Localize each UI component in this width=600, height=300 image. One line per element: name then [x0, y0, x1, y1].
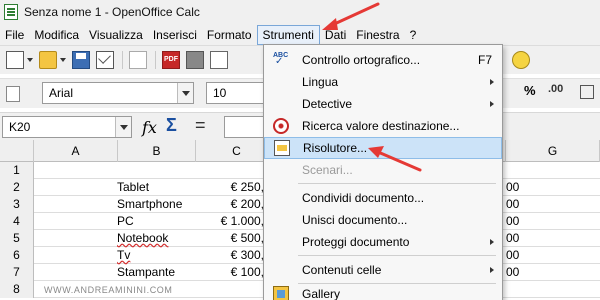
menu-item-unisci[interactable]: Unisci documento...	[264, 209, 502, 231]
submenu-arrow-icon	[490, 239, 494, 245]
number-format-icon[interactable]	[580, 85, 594, 99]
solver-icon	[274, 140, 290, 156]
menu-item-lingua[interactable]: Lingua	[264, 71, 502, 93]
row-header[interactable]: 2	[0, 179, 34, 196]
column-header-a[interactable]: A	[34, 140, 118, 162]
title-bar: Senza nome 1 - OpenOffice Calc	[0, 0, 600, 24]
decimal-format-icon[interactable]: .00	[548, 83, 563, 95]
menu-item-scenari: Scenari...	[302, 163, 353, 177]
print-icon[interactable]	[186, 51, 204, 69]
cell-b2[interactable]: Tablet	[117, 179, 149, 196]
cell-fragment: 00	[506, 231, 520, 245]
cell-b6[interactable]: Tv	[117, 247, 130, 264]
cell-fragment: 00	[506, 265, 520, 279]
menu-visualizza[interactable]: Visualizza	[84, 25, 148, 45]
menu-help[interactable]: ?	[405, 25, 422, 45]
formula-input[interactable]	[224, 116, 264, 138]
cell-b5[interactable]: Notebook	[117, 230, 168, 247]
submenu-arrow-icon	[490, 101, 494, 107]
menu-separator	[298, 255, 496, 256]
row-header[interactable]: 5	[0, 230, 34, 247]
function-wizard-icon[interactable]: fx	[142, 118, 157, 137]
cell-fragment: 00	[506, 248, 520, 262]
cell-b7[interactable]: Stampante	[117, 264, 175, 281]
toolbar-separator	[155, 51, 156, 69]
menu-file[interactable]: File	[0, 25, 29, 45]
calc-app-icon	[4, 4, 18, 20]
column-header-g[interactable]: G	[505, 140, 600, 162]
sum-icon[interactable]: Σ	[166, 115, 177, 136]
watermark: WWW.ANDREAMININI.COM	[44, 285, 173, 295]
menu-item-contenuti-celle[interactable]: Contenuti celle	[264, 259, 502, 281]
submenu-arrow-icon	[490, 267, 494, 273]
row-header[interactable]: 6	[0, 247, 34, 264]
menu-separator	[298, 183, 496, 184]
menu-strumenti[interactable]: Strumenti	[256, 24, 320, 45]
row-header[interactable]: 3	[0, 196, 34, 213]
cell-c3[interactable]: € 200,	[200, 196, 264, 213]
shortcut-label: F7	[477, 53, 492, 67]
menu-item-risolutore[interactable]: Risolutore...	[264, 137, 502, 159]
menu-inserisci[interactable]: Inserisci	[148, 25, 202, 45]
row-header[interactable]: 1	[0, 162, 34, 179]
chevron-down-icon[interactable]	[177, 83, 193, 103]
cell-b3[interactable]: Smartphone	[117, 196, 182, 213]
menu-item-condividi[interactable]: Condividi documento...	[264, 187, 502, 209]
menu-modifica[interactable]: Modifica	[29, 25, 84, 45]
menu-finestra[interactable]: Finestra	[351, 25, 404, 45]
menu-item-gallery[interactable]: Gallery	[264, 283, 502, 300]
chevron-down-icon[interactable]	[115, 117, 131, 137]
menu-bar: File Modifica Visualizza Inserisci Forma…	[0, 24, 600, 46]
cell-c6[interactable]: € 300,	[200, 247, 264, 264]
menu-formato[interactable]: Formato	[202, 25, 257, 45]
menu-item-ricerca-valore[interactable]: Ricerca valore destinazione...	[264, 115, 502, 137]
equals-icon[interactable]: =	[195, 115, 206, 136]
smiley-icon[interactable]	[512, 51, 530, 69]
cell-c5[interactable]: € 500,	[200, 230, 264, 247]
font-name-select[interactable]: Arial	[42, 82, 194, 104]
row-header[interactable]: 8	[0, 281, 34, 298]
gallery-icon	[273, 286, 289, 300]
email-icon[interactable]	[96, 51, 114, 69]
row-header[interactable]: 7	[0, 264, 34, 281]
page-preview-icon[interactable]	[210, 51, 228, 69]
cell-c7[interactable]: € 100,	[200, 264, 264, 281]
cell-c2[interactable]: € 250,	[200, 179, 264, 196]
open-folder-icon[interactable]	[39, 51, 57, 69]
percent-format-icon[interactable]: %	[524, 83, 536, 98]
new-document-icon[interactable]	[6, 51, 24, 69]
cell-fragment: 00	[506, 197, 520, 211]
font-size-select[interactable]: 10	[206, 82, 264, 104]
select-all-corner[interactable]	[0, 140, 34, 162]
column-header-b[interactable]: B	[118, 140, 196, 162]
menu-dati[interactable]: Dati	[320, 25, 351, 45]
row-header[interactable]: 4	[0, 213, 34, 230]
chevron-down-icon[interactable]	[27, 58, 33, 62]
goal-seek-icon	[273, 118, 289, 134]
cell-fragment: 00	[506, 180, 520, 194]
spellcheck-icon: ABC	[273, 52, 289, 68]
edit-file-icon[interactable]	[129, 51, 147, 69]
chevron-down-icon[interactable]	[60, 58, 66, 62]
cell-b4[interactable]: PC	[117, 213, 134, 230]
export-pdf-icon[interactable]: PDF	[162, 51, 180, 69]
menu-item-detective[interactable]: Detective	[264, 93, 502, 115]
toolbar-separator	[122, 51, 123, 69]
cell-c4[interactable]: € 1.000,	[200, 213, 264, 230]
styles-icon[interactable]	[6, 85, 20, 102]
strumenti-dropdown-menu: ABC Controllo ortografico... F7 Lingua D…	[263, 44, 503, 300]
window-title: Senza nome 1 - OpenOffice Calc	[24, 5, 200, 19]
menu-item-proteggi[interactable]: Proteggi documento	[264, 231, 502, 253]
menu-item-controllo-ortografico[interactable]: ABC Controllo ortografico... F7	[264, 49, 502, 71]
cell-fragment: 00	[506, 214, 520, 228]
name-box[interactable]: K20	[2, 116, 132, 138]
save-icon[interactable]	[72, 51, 90, 69]
submenu-arrow-icon	[490, 79, 494, 85]
